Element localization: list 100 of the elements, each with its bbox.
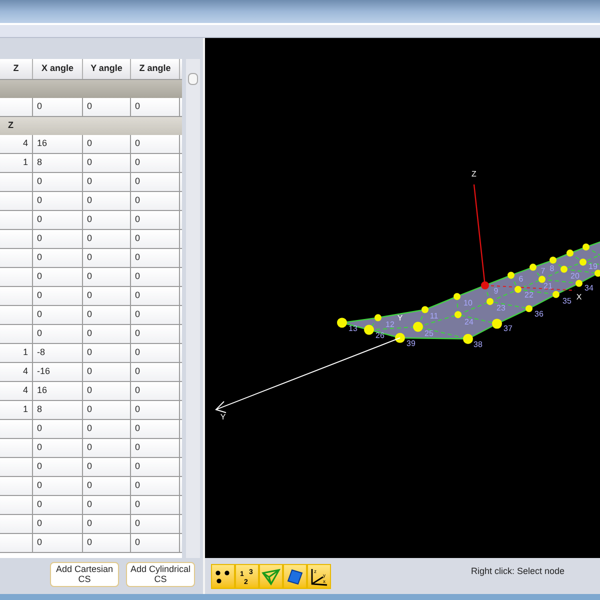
- node-label: 6: [518, 274, 524, 284]
- table-cell: 0: [131, 534, 180, 552]
- table-cell: 0: [83, 287, 131, 305]
- table-cell: 0: [33, 173, 83, 191]
- table-cell: 0: [83, 211, 131, 229]
- node-label: 9: [494, 286, 498, 296]
- table-cell: 0: [83, 344, 131, 362]
- table-cell: 0: [131, 515, 180, 533]
- table-cell: 0: [131, 211, 180, 229]
- table-cell: 1: [0, 401, 33, 419]
- table-cell: 8: [33, 154, 83, 172]
- axis-label: Y: [220, 412, 226, 422]
- table-cell: 0: [33, 458, 83, 476]
- node-label: 12: [386, 320, 394, 329]
- group-header[interactable]: Z: [0, 117, 182, 135]
- node-label: 36: [534, 310, 544, 319]
- table-cell: 0: [131, 458, 180, 476]
- table-cell: 0: [33, 268, 83, 286]
- column-header[interactable]: Z: [0, 59, 33, 79]
- table-cell: 0: [83, 135, 131, 153]
- table-cell: 16: [33, 135, 83, 153]
- 3d-viewport[interactable]: 13 12 11 10 9 6 7 8 26 25 24 23 22 21 20 19 39 38 37 36 35 34 Z X Y Y: [205, 38, 600, 558]
- node-label: 11: [430, 312, 438, 321]
- table-cell: 0: [33, 477, 83, 495]
- table-cell: 0: [33, 420, 83, 438]
- table-cell: 0: [131, 98, 180, 116]
- table-cell: 0: [83, 230, 131, 248]
- table-cell: 0: [131, 268, 180, 286]
- node-label: 25: [424, 328, 434, 338]
- table-cell: 0: [33, 98, 83, 116]
- column-header[interactable]: Z angle: [131, 59, 180, 79]
- table-cell: 0: [33, 534, 83, 552]
- table-cell: 0: [131, 420, 180, 438]
- node-label: 38: [474, 340, 482, 349]
- node-label: 10: [464, 298, 472, 308]
- table-cell: 0: [83, 173, 131, 191]
- table-cell: 0: [33, 192, 83, 210]
- table-cell: 0: [83, 98, 131, 116]
- node-label: 20: [570, 271, 580, 280]
- table-cell: -16: [33, 363, 83, 381]
- table-cell: 0: [83, 420, 131, 438]
- table-cell: 0: [131, 496, 180, 514]
- table-cell: 0: [83, 382, 131, 400]
- table-cell: 1: [0, 154, 33, 172]
- table-cell: 0: [33, 211, 83, 229]
- table-cell: 0: [131, 344, 180, 362]
- table-cell: 0: [131, 401, 180, 419]
- table-cell: 0: [131, 382, 180, 400]
- table-cell: 0: [83, 306, 131, 324]
- table-cell: 4: [0, 382, 33, 400]
- node-label: 34: [584, 283, 594, 292]
- table-cell: 0: [33, 496, 83, 514]
- table-cell: 0: [131, 135, 180, 153]
- node-label: 35: [562, 296, 572, 306]
- node-label: 24: [464, 318, 474, 327]
- axis-label: X: [576, 292, 582, 302]
- table-cell: 0: [131, 363, 180, 381]
- node-label: 7: [540, 266, 546, 276]
- table-cell: 0: [33, 306, 83, 324]
- status-text: Right click: Select node: [471, 565, 565, 578]
- node-label: 39: [406, 338, 416, 348]
- node-label: 23: [496, 304, 506, 313]
- table-cell: 1: [0, 344, 33, 362]
- add-cs-button[interactable]: Add Cylindrical CS: [126, 562, 195, 586]
- table-cell: 0: [83, 268, 131, 286]
- table-cell: 0: [83, 477, 131, 495]
- table-cell: 0: [131, 192, 180, 210]
- table-cell: 0: [33, 515, 83, 533]
- node-label: 21: [544, 281, 552, 290]
- table-cell: 0: [83, 496, 131, 514]
- column-header[interactable]: Y angle: [83, 59, 131, 79]
- table-cell: 0: [33, 249, 83, 267]
- table-cell: 0: [131, 287, 180, 305]
- table-cell: 4: [0, 135, 33, 153]
- node-label: 26: [376, 330, 384, 340]
- table-cell: 0: [131, 173, 180, 191]
- node-label: 8: [550, 264, 554, 274]
- table-cell: 8: [33, 401, 83, 419]
- table-cell: 0: [83, 439, 131, 457]
- table-cell: 0: [83, 192, 131, 210]
- node-label: 13: [348, 324, 358, 333]
- add-cs-button[interactable]: Add Cartesian CS: [50, 562, 119, 586]
- group-label: Z: [8, 119, 14, 132]
- table-cell: 0: [83, 249, 131, 267]
- table-cell: 0: [33, 287, 83, 305]
- table-cell: 0: [83, 401, 131, 419]
- table-cell: 0: [83, 515, 131, 533]
- table-cell: 0: [83, 154, 131, 172]
- table-cell: 0: [131, 154, 180, 172]
- table-cell: 0: [83, 458, 131, 476]
- table-cell: 0: [33, 230, 83, 248]
- table-cell: 0: [33, 325, 83, 343]
- table-cell: 0: [131, 249, 180, 267]
- axis-label: Z: [472, 169, 476, 178]
- column-header[interactable]: X angle: [33, 59, 83, 79]
- table-cell: 4: [0, 363, 33, 381]
- table-cell: 0: [83, 534, 131, 552]
- table-cell: 0: [131, 477, 180, 495]
- table-cell: 0: [131, 325, 180, 343]
- table-cell: 16: [33, 382, 83, 400]
